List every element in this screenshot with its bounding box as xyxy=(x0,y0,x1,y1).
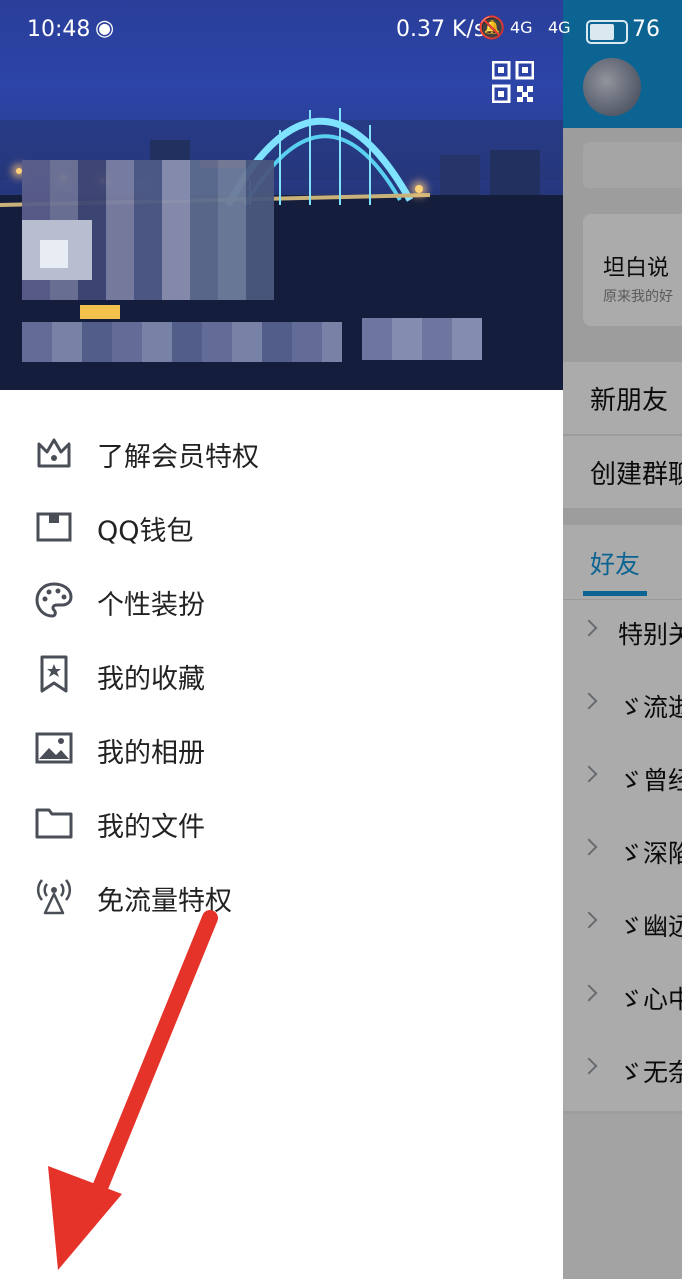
status-bar: 10:48 ◉ 0.37 K/s 🔕 4G 4G 76 xyxy=(0,0,682,60)
menu-album[interactable]: 我的相册 xyxy=(0,712,563,786)
hotspot-icon: ◉ xyxy=(95,16,115,41)
qr-code-icon[interactable] xyxy=(492,61,534,103)
menu-files[interactable]: 我的文件 xyxy=(0,786,563,860)
battery-icon xyxy=(586,20,628,44)
signal-label-1: 4G xyxy=(510,18,533,37)
menu-label: QQ钱包 xyxy=(97,516,194,547)
crown-icon xyxy=(37,438,71,468)
palette-icon xyxy=(35,582,73,618)
menu-personalize[interactable]: 个性装扮 xyxy=(0,564,563,638)
menu-label: 我的相册 xyxy=(97,738,205,769)
vip-badge xyxy=(80,305,120,319)
menu-label: 我的文件 xyxy=(97,812,205,843)
avatar-mosaic-highlight xyxy=(40,240,68,268)
image-icon xyxy=(35,732,73,764)
menu-label: 我的收藏 xyxy=(97,664,205,695)
red-arrow-annotation xyxy=(48,910,218,1270)
battery-level: 76 xyxy=(632,17,660,42)
folder-icon xyxy=(35,808,73,839)
menu-vip-privileges[interactable]: 了解会员特权 xyxy=(0,416,563,490)
signal-label-2: 4G xyxy=(548,18,571,37)
wallet-icon xyxy=(36,512,72,542)
net-speed: 0.37 K/s xyxy=(396,17,486,42)
dim-overlay[interactable] xyxy=(563,0,682,1279)
mute-icon: 🔕 xyxy=(478,16,506,41)
bookmark-star-icon xyxy=(40,655,68,693)
side-drawer: 了解会员特权 QQ钱包 个性装扮 我的收藏 我的相册 我的文件 免流量特权 xyxy=(0,0,563,1279)
menu-label: 了解会员特权 xyxy=(97,442,259,473)
menu-favorites[interactable]: 我的收藏 xyxy=(0,638,563,712)
nickname-mosaic xyxy=(22,322,342,362)
signature-mosaic xyxy=(362,318,482,360)
screen: 坦白说 原来我的好 新朋友 创建群聊 好友 特别关心 ゞ流逝 ゞ曾经 ゞ深陷 ゞ… xyxy=(0,0,682,1279)
street-light xyxy=(415,185,423,193)
status-time: 10:48 xyxy=(27,17,91,42)
menu-label: 个性装扮 xyxy=(97,590,205,621)
menu-qq-wallet[interactable]: QQ钱包 xyxy=(0,490,563,564)
